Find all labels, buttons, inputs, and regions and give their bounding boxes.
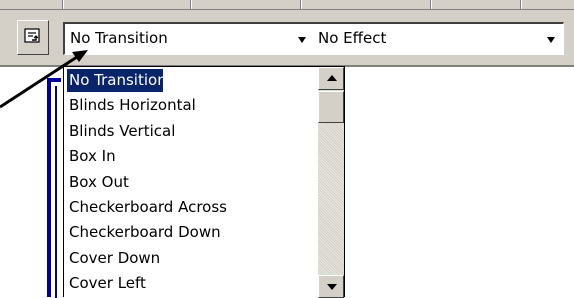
scroll-up-button[interactable] [318, 67, 344, 90]
transition-combo[interactable]: No Transition [63, 22, 316, 55]
chevron-down-icon[interactable] [547, 37, 555, 43]
toolbar-separator [300, 0, 301, 9]
transition-option[interactable]: No Transition [67, 69, 167, 92]
transition-combo-value: No Transition [70, 29, 168, 47]
transition-option[interactable]: Cover Down [67, 247, 317, 270]
slide-transition-icon [24, 27, 42, 49]
transition-option[interactable]: Box In [67, 145, 317, 168]
toolbar-separator [430, 0, 431, 9]
background-window-frame-inner [55, 86, 61, 298]
dropdown-scrollbar[interactable] [318, 67, 344, 298]
toolbar-separator [520, 0, 521, 9]
transition-option[interactable]: Checkerboard Across [67, 196, 317, 219]
transition-option[interactable]: Cover Left [67, 272, 317, 295]
slide-transition-button[interactable] [17, 20, 49, 55]
arrow-down-icon [327, 284, 337, 290]
scroll-thumb[interactable] [318, 91, 344, 123]
transition-option[interactable]: Checkerboard Down [67, 221, 317, 244]
transition-dropdown-list[interactable]: No Transition Blinds Horizontal Blinds Ver… [63, 66, 345, 298]
scroll-down-button[interactable] [318, 275, 344, 298]
effect-combo-value: No Effect [318, 29, 387, 47]
toolbar-separator [62, 0, 63, 9]
toolbar-top-strip [0, 0, 574, 10]
arrow-up-icon [327, 75, 337, 81]
toolbar: No Transition No Effect [0, 0, 574, 67]
background-window-frame [47, 78, 61, 298]
transition-option[interactable]: Box Out [67, 171, 317, 194]
effect-combo[interactable]: No Effect [312, 22, 564, 55]
chevron-down-icon[interactable] [298, 37, 306, 43]
transition-option[interactable]: Blinds Horizontal [67, 94, 317, 117]
transition-option[interactable]: Blinds Vertical [67, 120, 317, 143]
toolbar-separator [190, 0, 191, 9]
